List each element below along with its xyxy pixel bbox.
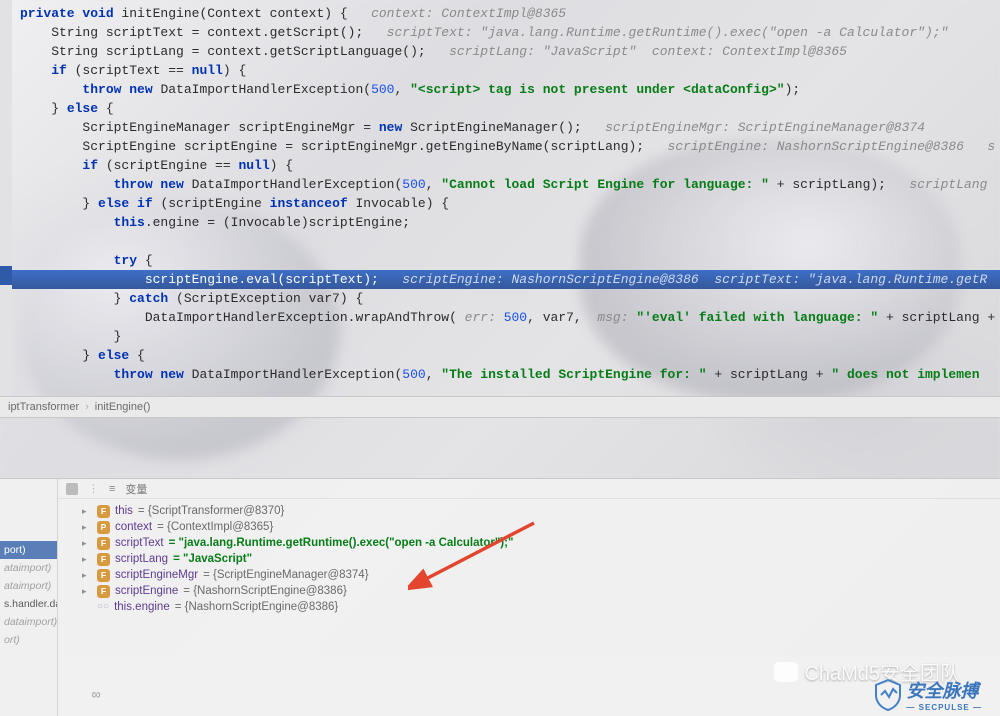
- field-icon: F: [97, 569, 110, 582]
- chevron-right-icon: ›: [85, 401, 89, 413]
- variable-name: this: [115, 505, 133, 517]
- code-line[interactable]: String scriptLang = context.getScriptLan…: [0, 42, 1000, 61]
- variables-toolbar: ⋮ ≡ 变量: [58, 479, 1000, 499]
- list-icon[interactable]: ≡: [109, 483, 115, 495]
- expand-arrow-icon[interactable]: ▸: [82, 506, 92, 517]
- variable-value: = "java.lang.Runtime.getRuntime().exec("…: [169, 537, 514, 549]
- frames-pane[interactable]: port) ataimport) ataimport) s.handler.da…: [0, 479, 58, 716]
- variables-pane[interactable]: ⋮ ≡ 变量 ▸ Fthis = {ScriptTransformer@8370}…: [58, 479, 1000, 716]
- variable-value: = {ContextImpl@8365}: [157, 521, 273, 533]
- code-line[interactable]: throw new DataImportHandlerException(500…: [0, 175, 1000, 194]
- secpulse-logo: 安全脉搏 — SECPULSE —: [874, 677, 982, 712]
- stack-frame[interactable]: ataimport): [0, 559, 57, 577]
- variable-row[interactable]: ▸ FscriptEngineMgr = {ScriptEngineManager…: [82, 567, 1000, 583]
- variable-row[interactable]: ▸ Fthis = {ScriptTransformer@8370}: [82, 503, 1000, 519]
- code-line[interactable]: } else if (scriptEngine instanceof Invoc…: [0, 194, 1000, 213]
- expand-arrow-icon[interactable]: ▸: [82, 570, 92, 581]
- wechat-icon: [774, 662, 798, 682]
- stack-frame[interactable]: port): [0, 541, 57, 559]
- code-line[interactable]: } else {: [0, 346, 1000, 365]
- breadcrumb-method[interactable]: initEngine(): [95, 401, 151, 413]
- stack-frame[interactable]: dataimport): [0, 613, 57, 631]
- separator-icon: ⋮: [88, 482, 99, 495]
- breakpoint-marker[interactable]: [0, 266, 12, 285]
- variable-name: scriptLang: [115, 553, 168, 565]
- variable-name: scriptEngineMgr: [115, 569, 198, 581]
- expand-arrow-icon[interactable]: ▸: [82, 554, 92, 565]
- glasses-icon: ○○: [97, 601, 109, 612]
- code-line[interactable]: throw new DataImportHandlerException(500…: [0, 80, 1000, 99]
- variable-row[interactable]: ○○ this.engine = {NashornScriptEngine@838…: [82, 599, 1000, 614]
- stack-frame[interactable]: ataimport): [0, 577, 57, 595]
- expand-arrow-icon[interactable]: ▸: [82, 586, 92, 597]
- variable-row[interactable]: ▸ Pcontext = {ContextImpl@8365}: [82, 519, 1000, 535]
- code-line[interactable]: if (scriptText == null) {: [0, 61, 1000, 80]
- code-line-current[interactable]: scriptEngine.eval(scriptText); scriptEng…: [0, 270, 1000, 289]
- code-editor[interactable]: private void initEngine(Context context)…: [0, 0, 1000, 396]
- shield-icon: [874, 679, 902, 711]
- variable-row[interactable]: ▸ FscriptLang = "JavaScript": [82, 551, 1000, 567]
- debugger-panel: port) ataimport) ataimport) s.handler.da…: [0, 478, 1000, 716]
- expand-arrow-icon[interactable]: ▸: [82, 538, 92, 549]
- variables-title: 变量: [125, 481, 147, 497]
- field-icon: F: [97, 537, 110, 550]
- code-line[interactable]: private void initEngine(Context context)…: [0, 4, 1000, 23]
- variable-row[interactable]: ▸ FscriptEngine = {NashornScriptEngine@83…: [82, 583, 1000, 599]
- variable-value: = {NashornScriptEngine@8386}: [175, 601, 339, 613]
- variable-value: = {NashornScriptEngine@8386}: [183, 585, 347, 597]
- code-line[interactable]: try {: [0, 251, 1000, 270]
- code-line[interactable]: String scriptText = context.getScript();…: [0, 23, 1000, 42]
- variables-list[interactable]: ▸ Fthis = {ScriptTransformer@8370} ▸ Pconte…: [58, 499, 1000, 618]
- stack-frame[interactable]: ort): [0, 631, 57, 649]
- code-line[interactable]: if (scriptEngine == null) {: [0, 156, 1000, 175]
- variable-name: scriptText: [115, 537, 164, 549]
- variable-name: this.engine: [114, 601, 170, 613]
- breadcrumb[interactable]: iptTransformer › initEngine(): [0, 396, 1000, 418]
- code-line[interactable]: [0, 232, 1000, 251]
- field-icon: F: [97, 505, 110, 518]
- parameter-icon: P: [97, 521, 110, 534]
- code-line[interactable]: ScriptEngine scriptEngine = scriptEngine…: [0, 137, 1000, 156]
- variable-name: context: [115, 521, 152, 533]
- variable-name: scriptEngine: [115, 585, 178, 597]
- link-icon[interactable]: ∞: [92, 688, 100, 704]
- code-line[interactable]: DataImportHandlerException.wrapAndThrow(…: [0, 308, 1000, 327]
- variable-value: = "JavaScript": [173, 553, 252, 565]
- variable-value: = {ScriptEngineManager@8374}: [203, 569, 368, 581]
- code-line[interactable]: } catch (ScriptException var7) {: [0, 289, 1000, 308]
- code-line[interactable]: ScriptEngineManager scriptEngineMgr = ne…: [0, 118, 1000, 137]
- stack-frame[interactable]: s.handler.da: [0, 595, 57, 613]
- code-line[interactable]: } else {: [0, 99, 1000, 118]
- variable-row[interactable]: ▸ FscriptText = "java.lang.Runtime.getRun…: [82, 535, 1000, 551]
- code-line[interactable]: this.engine = (Invocable)scriptEngine;: [0, 213, 1000, 232]
- breadcrumb-class[interactable]: iptTransformer: [8, 401, 79, 413]
- expand-arrow-icon[interactable]: ▸: [82, 522, 92, 533]
- variable-value: = {ScriptTransformer@8370}: [138, 505, 284, 517]
- field-icon: F: [97, 553, 110, 566]
- code-line[interactable]: throw new DataImportHandlerException(500…: [0, 365, 1000, 384]
- code-line[interactable]: }: [0, 327, 1000, 346]
- gutter: [0, 0, 12, 396]
- field-icon: F: [97, 585, 110, 598]
- restore-layout-icon[interactable]: [66, 483, 78, 495]
